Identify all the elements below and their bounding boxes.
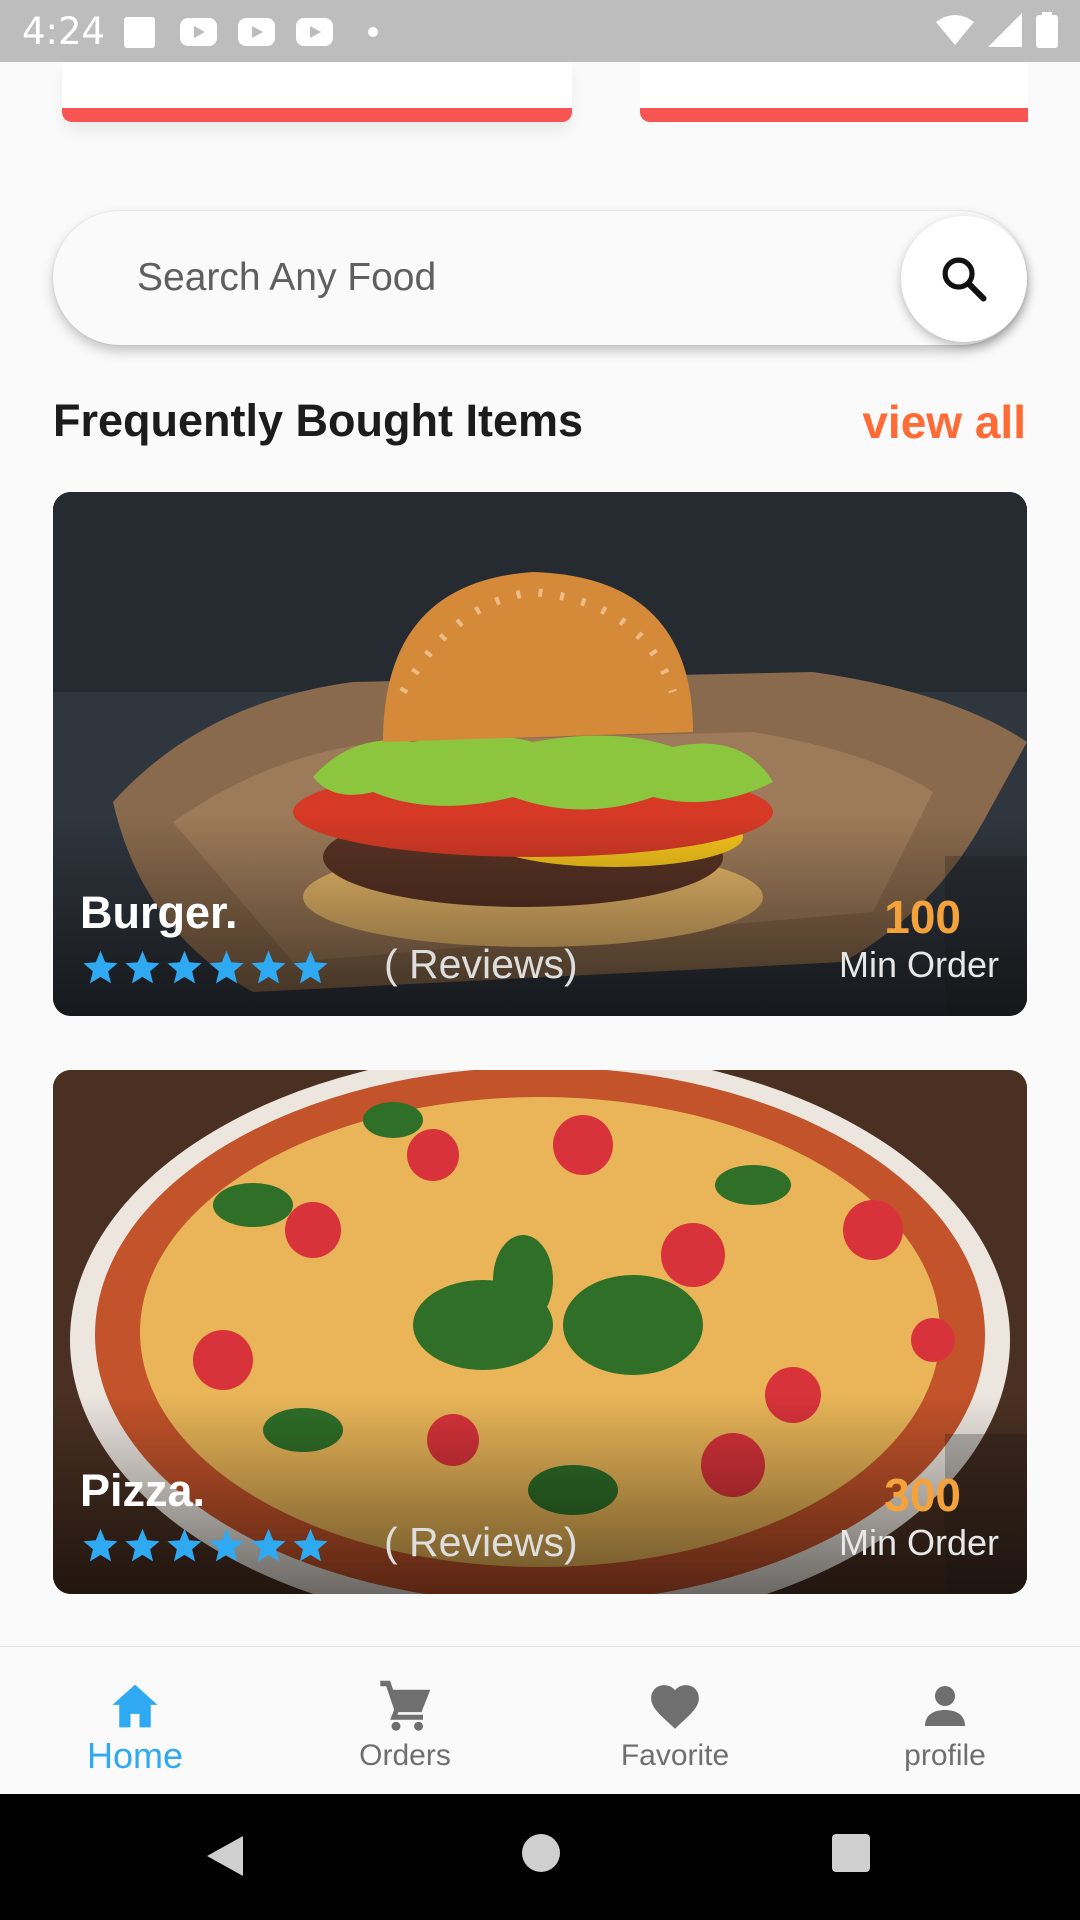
rating-stars: [81, 948, 330, 986]
nav-item-home[interactable]: Home: [0, 1647, 270, 1794]
reviews-label[interactable]: ( Reviews): [384, 941, 578, 988]
view-all-link[interactable]: view all: [862, 395, 1026, 449]
search-input[interactable]: [137, 211, 897, 345]
star-icon: [167, 1528, 202, 1562]
system-nav-bar: [0, 1794, 1080, 1920]
youtube-icon: [296, 18, 333, 46]
min-order-label: Min Order: [838, 944, 999, 985]
star-icon: [83, 950, 118, 984]
dot-icon: [368, 27, 378, 37]
star-icon: [167, 950, 202, 984]
battery-icon: [1036, 12, 1058, 48]
star-icon: [293, 950, 328, 984]
cart-icon: [378, 1680, 432, 1731]
promo-card[interactable]: [62, 62, 572, 122]
promo-card-bar: [640, 108, 1028, 122]
star-icon: [251, 1528, 286, 1562]
section-title: Frequently Bought Items: [53, 395, 584, 446]
status-bar: 4:24: [0, 0, 1080, 62]
nav-label: Orders: [359, 1739, 451, 1772]
search-button[interactable]: [901, 216, 1027, 342]
status-indicators: [936, 12, 1058, 48]
recents-square-icon[interactable]: [832, 1834, 870, 1872]
star-icon: [125, 950, 160, 984]
app-screen: 4:24 Frequently Bought Items view all: [0, 0, 1080, 1920]
star-icon: [209, 950, 244, 984]
home-icon: [108, 1681, 162, 1731]
cell-signal-icon: [988, 13, 1022, 47]
price-value: 100: [884, 891, 961, 943]
promo-card[interactable]: [640, 62, 1028, 122]
price-value: 300: [884, 1469, 961, 1521]
nav-label: profile: [904, 1739, 986, 1772]
youtube-icon: [238, 18, 275, 46]
star-icon: [83, 1528, 118, 1562]
nav-item-orders[interactable]: Orders: [270, 1647, 540, 1794]
search-bar: [53, 211, 1027, 345]
reviews-label[interactable]: ( Reviews): [384, 1519, 578, 1566]
notification-square-icon: [124, 17, 155, 48]
nav-label: Favorite: [620, 1739, 730, 1772]
person-icon: [921, 1681, 969, 1731]
food-card-burger[interactable]: Burger. ( Reviews) 100 Min Order: [53, 492, 1027, 1016]
home-circle-icon[interactable]: [522, 1834, 560, 1872]
food-card-pizza[interactable]: Pizza. ( Reviews) 300 Min Order: [53, 1070, 1027, 1594]
star-icon: [293, 1528, 328, 1562]
star-icon: [209, 1528, 244, 1562]
wifi-icon: [936, 15, 974, 45]
food-name: Pizza.: [80, 1465, 206, 1516]
rating-stars: [81, 1526, 330, 1564]
search-icon: [942, 257, 987, 302]
status-time: 4:24: [22, 10, 106, 53]
food-name: Burger.: [80, 887, 238, 938]
heart-icon: [647, 1681, 703, 1731]
nav-item-profile[interactable]: profile: [810, 1647, 1080, 1794]
min-order-label: Min Order: [838, 1522, 999, 1563]
star-icon: [251, 950, 286, 984]
nav-item-favorite[interactable]: Favorite: [540, 1647, 810, 1794]
back-icon[interactable]: [205, 1834, 245, 1878]
youtube-icon: [180, 18, 217, 46]
promo-card-bar: [62, 108, 572, 122]
star-icon: [125, 1528, 160, 1562]
nav-label: Home: [86, 1735, 184, 1776]
bottom-nav: Home Orders Favorite profile: [0, 1646, 1080, 1794]
